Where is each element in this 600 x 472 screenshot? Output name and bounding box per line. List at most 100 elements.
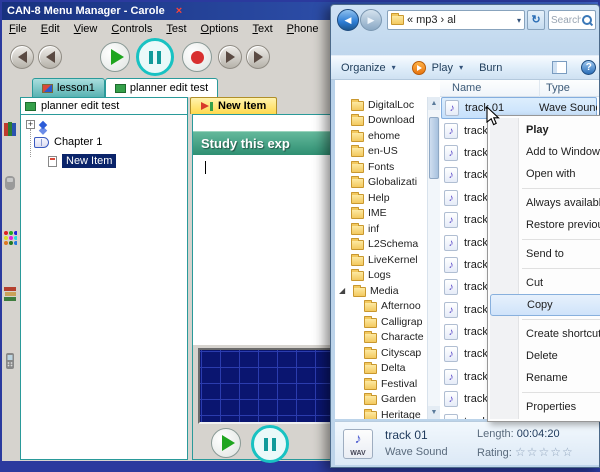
context-menu-item-play[interactable]: Play — [490, 119, 600, 141]
context-menu-item-copy[interactable]: Copy — [490, 294, 600, 316]
context-menu-item-add-to-wmp[interactable]: Add to Window — [490, 141, 600, 163]
scroll-up-icon[interactable]: ▲ — [428, 97, 440, 110]
rewind-button[interactable] — [10, 45, 34, 69]
context-menu-item-rename[interactable]: Rename — [490, 367, 600, 389]
nav-scrollbar[interactable]: ▲ ▼ — [427, 97, 440, 419]
organize-button[interactable]: Organize — [341, 62, 386, 74]
chevron-down-icon[interactable]: ▾ — [392, 63, 396, 72]
play-toolbar-button[interactable]: Play — [432, 62, 453, 74]
menu-edit[interactable]: Edit — [34, 22, 67, 36]
menu-options[interactable]: Options — [194, 22, 246, 36]
audio-play-button[interactable] — [211, 428, 241, 458]
nav-folder[interactable]: Help — [337, 190, 427, 206]
close-icon[interactable]: × — [176, 5, 182, 17]
address-dropdown-icon[interactable]: ▾ — [517, 16, 521, 25]
help-icon[interactable]: ? — [581, 60, 596, 75]
scrollbar-thumb[interactable] — [429, 117, 439, 179]
forward-button[interactable]: ▶ — [360, 9, 382, 31]
nav-folder[interactable]: en-US — [337, 144, 427, 160]
nav-folder[interactable]: IME — [337, 206, 427, 222]
context-menu-item-cut[interactable]: Cut — [490, 272, 600, 294]
books-icon[interactable] — [3, 120, 17, 141]
nav-folder[interactable]: Garden — [337, 392, 427, 408]
search-input[interactable] — [551, 15, 581, 26]
phone-icon[interactable] — [3, 352, 17, 373]
column-name[interactable]: Name — [440, 80, 540, 97]
diamond-icon — [39, 120, 47, 128]
nav-folder[interactable]: Globalizati — [337, 175, 427, 191]
nav-folder[interactable]: ehome — [337, 128, 427, 144]
tree-chapter-node[interactable]: Chapter 1 — [34, 136, 102, 148]
nav-folder[interactable]: Characte — [337, 330, 427, 346]
menu-file[interactable]: File — [2, 22, 34, 36]
folder-icon — [351, 178, 364, 188]
rating-label: Rating: — [477, 447, 512, 459]
nav-folder[interactable]: Afternoo — [337, 299, 427, 315]
views-icon[interactable] — [552, 61, 567, 74]
nav-folder[interactable]: DigitalLoc — [337, 97, 427, 113]
color-grid-icon[interactable] — [3, 230, 17, 249]
nav-folder-media[interactable]: ◢Media — [337, 283, 427, 299]
tab-lesson1[interactable]: lesson1 — [32, 78, 105, 97]
record-button[interactable] — [182, 42, 212, 72]
menu-view[interactable]: View — [67, 22, 105, 36]
context-menu-item-delete[interactable]: Delete — [490, 345, 600, 367]
nav-folder[interactable]: LiveKernel — [337, 252, 427, 268]
tree-new-item-node[interactable]: New Item — [48, 154, 116, 168]
back-button[interactable]: ◀ — [337, 9, 359, 31]
tab-planner-edit-test[interactable]: planner edit test — [105, 78, 218, 97]
breadcrumb-collapsed[interactable]: « — [407, 14, 413, 26]
scroll-down-icon[interactable]: ▼ — [428, 406, 440, 419]
nav-folder[interactable]: Calligrap — [337, 314, 427, 330]
tab-new-item[interactable]: New Item — [190, 97, 277, 114]
breadcrumb-subfolder[interactable]: al — [447, 14, 456, 26]
breadcrumb-folder[interactable]: mp3 — [416, 14, 437, 26]
nav-folder[interactable]: Fonts — [337, 159, 427, 175]
column-type[interactable]: Type — [540, 82, 570, 94]
breadcrumb-separator: › — [441, 14, 445, 26]
expander-expanded-icon[interactable]: ◢ — [339, 286, 349, 295]
refresh-button[interactable]: ↻ — [527, 10, 545, 30]
context-menu-item-open-with[interactable]: Open with — [490, 163, 600, 185]
status-file-name: track 01 — [385, 428, 428, 442]
audio-pause-button[interactable] — [251, 425, 289, 463]
folder-icon — [351, 209, 364, 219]
context-menu-item-send-to[interactable]: Send to — [490, 243, 600, 265]
tree-root-node[interactable]: + — [26, 120, 51, 129]
next-button[interactable] — [218, 45, 242, 69]
new-item-icon — [201, 102, 213, 111]
search-box[interactable] — [548, 10, 596, 30]
rating-stars-icon[interactable]: ☆☆☆☆☆ — [515, 445, 574, 459]
burn-button[interactable]: Burn — [479, 62, 502, 74]
nav-folder[interactable]: L2Schema — [337, 237, 427, 253]
address-bar[interactable]: « mp3 › al ▾ — [387, 10, 525, 30]
play-button[interactable] — [100, 42, 130, 72]
expand-plus-icon[interactable]: + — [26, 120, 35, 129]
menu-test[interactable]: Test — [159, 22, 193, 36]
nav-folder[interactable]: Download — [337, 113, 427, 129]
nav-folder[interactable]: Festival — [337, 376, 427, 392]
refresh-icon: ↻ — [531, 14, 540, 26]
book-stack-icon[interactable] — [3, 286, 17, 305]
menu-controls[interactable]: Controls — [104, 22, 159, 36]
pause-button[interactable] — [136, 38, 174, 76]
search-icon[interactable] — [581, 14, 593, 26]
nav-folder[interactable]: Delta — [337, 361, 427, 377]
nav-folder[interactable]: Logs — [337, 268, 427, 284]
context-menu-item-create-shortcut[interactable]: Create shortcut — [490, 323, 600, 345]
nav-folder[interactable]: inf — [337, 221, 427, 237]
previous-button[interactable] — [38, 45, 62, 69]
menu-text[interactable]: Text — [245, 22, 279, 36]
context-menu-item-always-available[interactable]: Always available — [490, 192, 600, 214]
speaker-icon[interactable] — [3, 174, 17, 195]
nav-folder[interactable]: Cityscap — [337, 345, 427, 361]
nav-folder[interactable]: Heritage — [337, 407, 427, 419]
chevron-down-icon[interactable]: ▾ — [459, 63, 463, 72]
context-menu-item-properties[interactable]: Properties — [490, 396, 600, 418]
forward-button[interactable] — [246, 45, 270, 69]
context-menu-item-restore-previous[interactable]: Restore previous — [490, 214, 600, 236]
menu-separator — [522, 239, 600, 240]
tree-pane-header[interactable]: planner edit test — [20, 97, 188, 114]
menu-phone[interactable]: Phone — [280, 22, 326, 36]
menu-separator — [522, 319, 600, 320]
